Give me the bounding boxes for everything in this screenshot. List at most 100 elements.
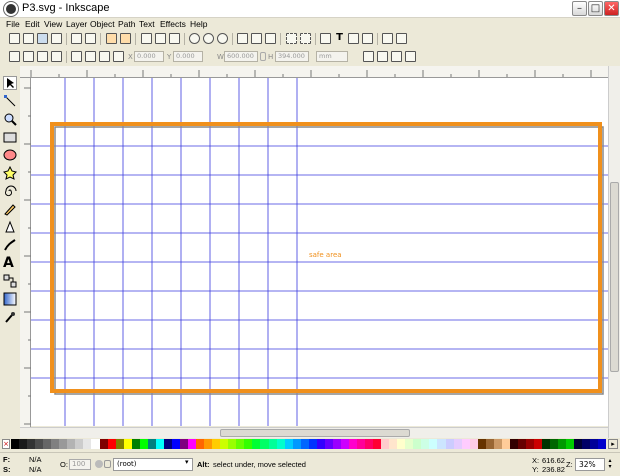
color-swatch[interactable] (131, 439, 140, 449)
node-tool-icon[interactable] (3, 94, 17, 108)
rotate-cw-icon[interactable] (23, 51, 34, 62)
open-icon[interactable] (23, 33, 34, 44)
color-swatch[interactable] (397, 439, 406, 449)
rectangle-tool-icon[interactable] (3, 130, 17, 144)
paste-icon[interactable] (169, 33, 180, 44)
raise-icon[interactable] (85, 51, 96, 62)
color-swatch[interactable] (292, 439, 301, 449)
opacity-input[interactable]: 100 (69, 459, 91, 470)
color-swatch[interactable] (268, 439, 277, 449)
menu-layer[interactable]: Layer (66, 18, 87, 30)
text-tool-icon[interactable]: A (3, 256, 17, 270)
color-swatch[interactable] (99, 439, 108, 449)
color-swatch[interactable] (212, 439, 221, 449)
color-swatch[interactable] (51, 439, 60, 449)
import-icon[interactable] (71, 33, 82, 44)
menu-path[interactable]: Path (118, 18, 136, 30)
spiral-tool-icon[interactable] (3, 184, 17, 198)
y-input[interactable]: 0.000 (173, 51, 203, 62)
zoom-stepper[interactable]: ▴ ▾ (606, 458, 614, 471)
document-properties-icon[interactable] (396, 33, 407, 44)
ungroup-icon[interactable] (300, 33, 311, 44)
color-swatch[interactable] (244, 439, 253, 449)
chevron-down-icon[interactable]: ▾ (185, 458, 189, 466)
zoom-page-icon[interactable] (217, 33, 228, 44)
menu-text[interactable]: Text (139, 18, 155, 30)
save-icon[interactable] (37, 33, 48, 44)
color-swatch[interactable] (389, 439, 398, 449)
color-swatch[interactable] (163, 439, 172, 449)
color-swatch[interactable] (509, 439, 518, 449)
vertical-scrollbar[interactable] (608, 66, 620, 438)
color-swatch[interactable] (83, 439, 92, 449)
layer-lock-icon[interactable] (104, 460, 111, 468)
pen-tool-icon[interactable] (3, 220, 17, 234)
color-swatch[interactable] (574, 439, 583, 449)
clone-icon[interactable] (251, 33, 262, 44)
color-swatch[interactable] (534, 439, 543, 449)
color-swatch[interactable] (155, 439, 164, 449)
color-swatch[interactable] (542, 439, 551, 449)
menu-edit[interactable]: Edit (25, 18, 40, 30)
menu-view[interactable]: View (44, 18, 62, 30)
duplicate-icon[interactable] (237, 33, 248, 44)
connector-tool-icon[interactable] (3, 274, 17, 288)
color-swatch[interactable] (373, 439, 382, 449)
color-swatch[interactable] (35, 439, 44, 449)
unlink-clone-icon[interactable] (265, 33, 276, 44)
copy-icon[interactable] (141, 33, 152, 44)
color-swatch[interactable] (501, 439, 510, 449)
color-swatch[interactable] (332, 439, 341, 449)
color-swatch[interactable] (340, 439, 349, 449)
color-swatch[interactable] (228, 439, 237, 449)
no-paint-swatch[interactable]: × (2, 439, 10, 449)
text-font-icon[interactable]: T (334, 33, 345, 44)
x-input[interactable]: 0.000 (134, 51, 164, 62)
color-swatch[interactable] (598, 439, 607, 449)
color-swatch[interactable] (139, 439, 148, 449)
color-swatch[interactable] (75, 439, 84, 449)
layer-visibility-icon[interactable] (95, 460, 103, 468)
undo-icon[interactable] (106, 33, 117, 44)
fill-value[interactable]: N/A (29, 455, 42, 464)
dropper-tool-icon[interactable] (3, 310, 17, 324)
raise-to-top-icon[interactable] (71, 51, 82, 62)
color-swatch[interactable] (526, 439, 535, 449)
stroke-value[interactable]: N/A (29, 465, 42, 474)
horizontal-scroll-thumb[interactable] (220, 429, 410, 437)
color-swatch[interactable] (204, 439, 213, 449)
zoom-drawing-icon[interactable] (203, 33, 214, 44)
color-swatch[interactable] (469, 439, 478, 449)
minimize-button[interactable]: – (572, 1, 587, 16)
close-button[interactable]: ✕ (604, 1, 619, 16)
color-swatch[interactable] (252, 439, 261, 449)
color-swatch[interactable] (284, 439, 293, 449)
lower-to-bottom-icon[interactable] (113, 51, 124, 62)
flip-horizontal-icon[interactable] (37, 51, 48, 62)
color-swatch[interactable] (357, 439, 366, 449)
color-swatch[interactable] (59, 439, 68, 449)
color-swatch[interactable] (582, 439, 591, 449)
cut-icon[interactable] (155, 33, 166, 44)
color-swatch[interactable] (461, 439, 470, 449)
preferences-icon[interactable] (382, 33, 393, 44)
color-swatch[interactable] (188, 439, 197, 449)
color-swatch[interactable] (590, 439, 599, 449)
color-swatch[interactable] (276, 439, 285, 449)
color-swatch[interactable] (171, 439, 180, 449)
rotate-ccw-icon[interactable] (9, 51, 20, 62)
horizontal-scrollbar[interactable] (20, 427, 608, 438)
color-swatch[interactable] (123, 439, 132, 449)
color-swatch[interactable] (115, 439, 124, 449)
scale-corners-icon[interactable] (377, 51, 388, 62)
ellipse-tool-icon[interactable] (3, 148, 17, 162)
menu-object[interactable]: Object (90, 18, 115, 30)
color-swatch[interactable] (11, 439, 20, 449)
color-swatch[interactable] (558, 439, 567, 449)
color-swatch[interactable] (381, 439, 390, 449)
color-swatch[interactable] (445, 439, 454, 449)
group-icon[interactable] (286, 33, 297, 44)
color-swatch[interactable] (517, 439, 526, 449)
gradient-tool-icon[interactable] (3, 292, 17, 306)
color-swatch[interactable] (413, 439, 422, 449)
